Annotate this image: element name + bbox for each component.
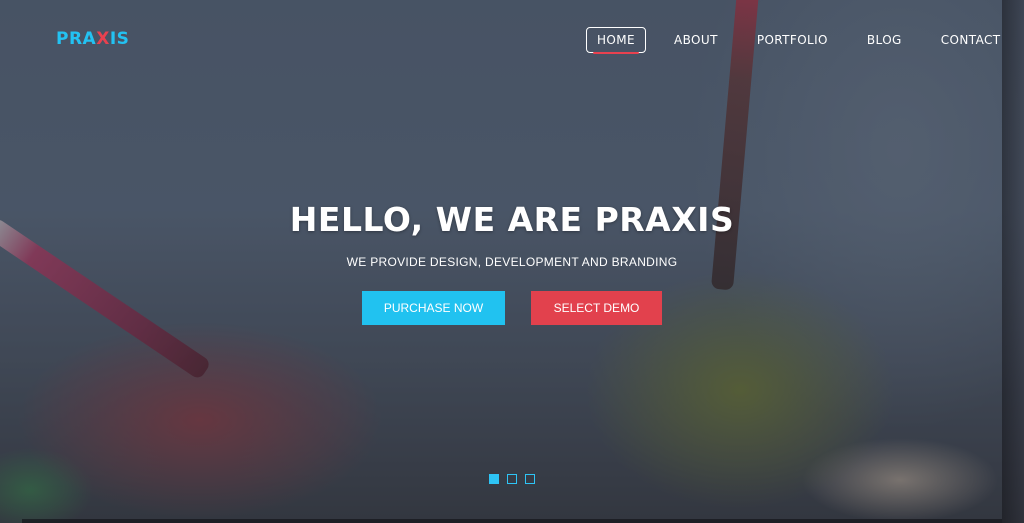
nav-item-contact[interactable]: CONTACT: [930, 27, 1012, 53]
slider-dot-3[interactable]: [525, 474, 535, 484]
bottom-edge-bar: [22, 519, 1002, 523]
nav-item-about[interactable]: ABOUT: [663, 27, 729, 53]
select-demo-button[interactable]: SELECT DEMO: [531, 291, 662, 325]
slider-dot-1[interactable]: [489, 474, 499, 484]
logo-text-part-a: PRA: [56, 29, 97, 49]
purchase-now-button[interactable]: PURCHASE NOW: [362, 291, 505, 325]
logo-text-part-b: X: [96, 29, 110, 49]
slider-pagination: [489, 474, 535, 484]
hero-content: HELLO, WE ARE PRAXIS WE PROVIDE DESIGN, …: [0, 200, 1024, 325]
hero-title: HELLO, WE ARE PRAXIS: [289, 200, 735, 239]
nav-item-home[interactable]: HOME: [586, 27, 647, 54]
hero-section: PRAXIS HOME ABOUT PORTFOLIO BLOG CONTACT…: [0, 0, 1024, 523]
brand-logo[interactable]: PRAXIS: [56, 29, 129, 49]
page-scrollbar[interactable]: [1002, 0, 1024, 523]
nav-item-blog[interactable]: BLOG: [856, 27, 913, 53]
slider-dot-2[interactable]: [507, 474, 517, 484]
nav-item-portfolio[interactable]: PORTFOLIO: [746, 27, 839, 53]
logo-text-part-c: IS: [109, 29, 130, 49]
main-nav: HOME ABOUT PORTFOLIO BLOG CONTACT: [586, 27, 1024, 54]
hero-subtitle: WE PROVIDE DESIGN, DEVELOPMENT AND BRAND…: [346, 255, 678, 269]
cta-row: PURCHASE NOW SELECT DEMO: [0, 291, 1024, 325]
